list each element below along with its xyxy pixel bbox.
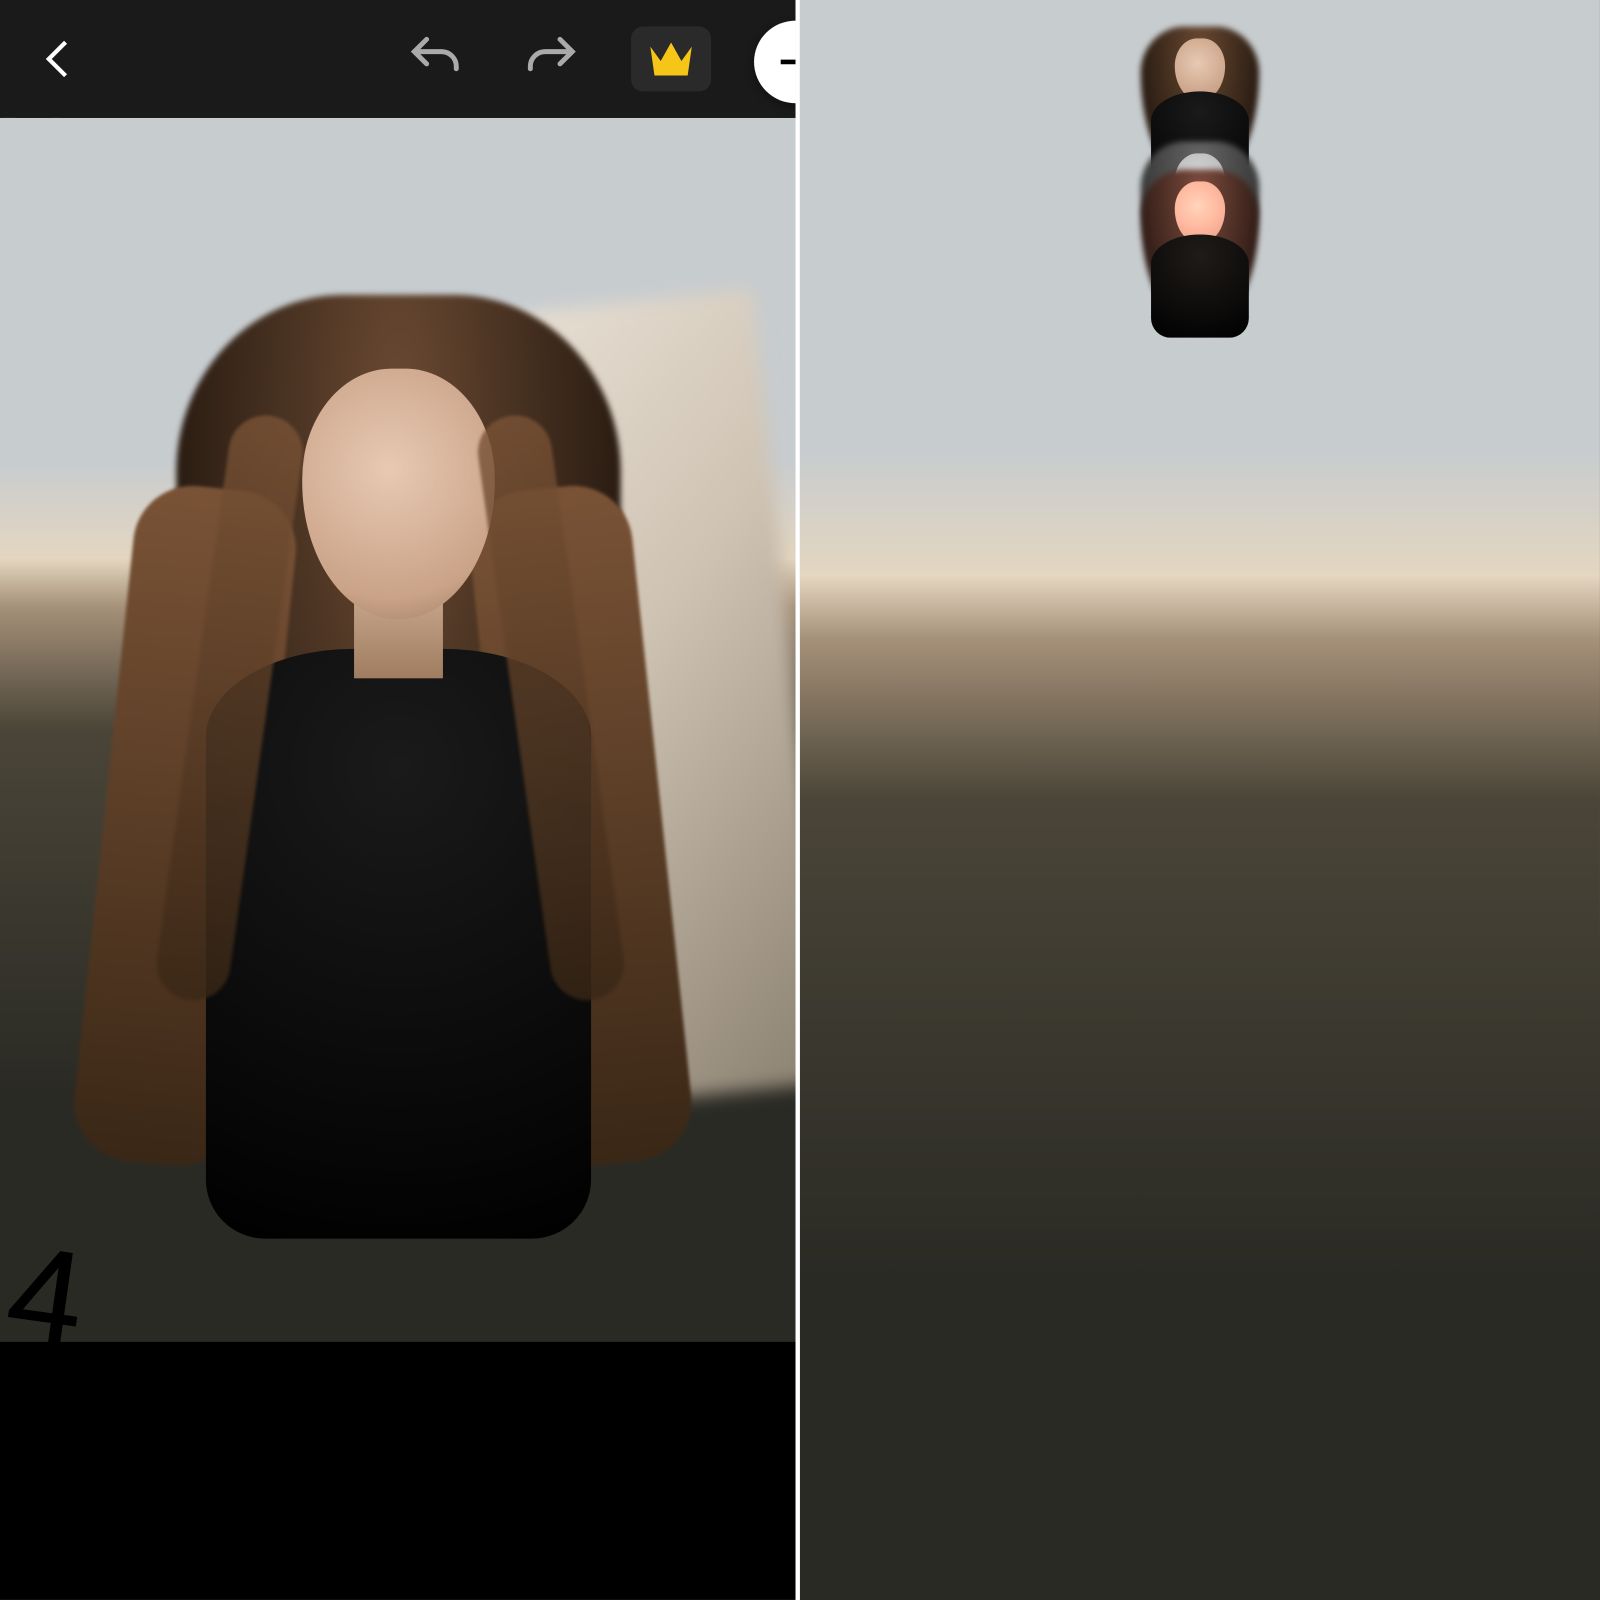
filter-zoom-fokal[interactable]: Zoom Fokal (800, 28, 1600, 115)
undo-icon[interactable] (375, 0, 494, 118)
crown-premium-icon[interactable] (612, 0, 731, 118)
next-fab-icon[interactable] (754, 21, 795, 104)
left-topbar (0, 0, 796, 118)
filter-thumbnails: Tidak ada Zoom Fokal B&WLowCon Hijau Lau… (800, 0, 1600, 171)
canvas-photo[interactable] (0, 118, 796, 1342)
back-icon[interactable] (0, 0, 119, 118)
redo-icon[interactable] (493, 0, 612, 118)
